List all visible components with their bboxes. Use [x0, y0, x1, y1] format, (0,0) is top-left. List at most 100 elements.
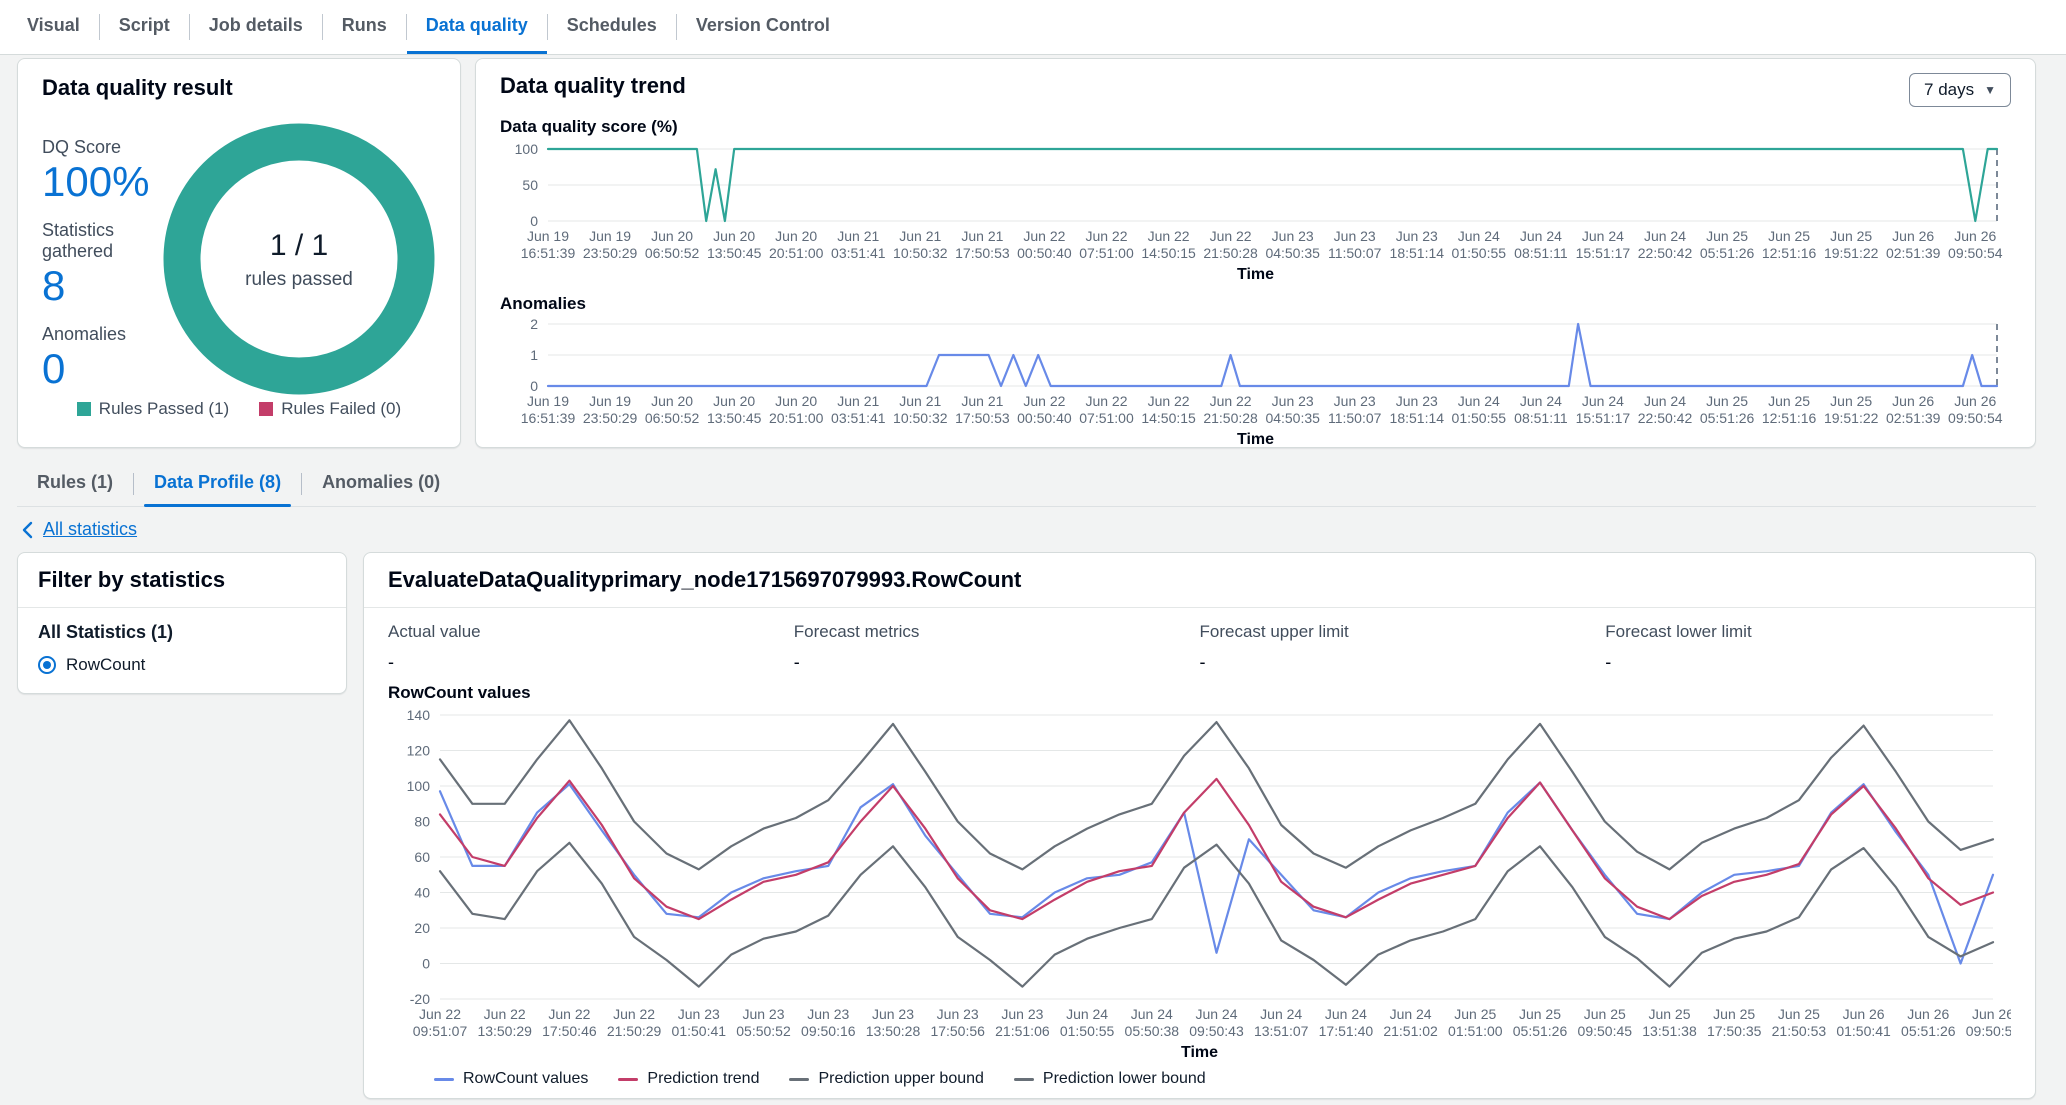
summary-row: Data quality result DQ Score 100% Statis… — [17, 58, 2036, 448]
svg-text:0: 0 — [530, 213, 538, 229]
svg-text:09:51:07: 09:51:07 — [413, 1023, 468, 1039]
svg-text:Jun 20: Jun 20 — [775, 393, 817, 409]
svg-text:06:50:52: 06:50:52 — [645, 245, 700, 261]
svg-text:18:51:14: 18:51:14 — [1390, 410, 1445, 426]
stat-label: DQ Score — [42, 137, 122, 157]
metric-forecast-upper-limit: Forecast upper limit - — [1200, 622, 1606, 673]
svg-text:Jun 23: Jun 23 — [1396, 393, 1438, 409]
svg-text:0: 0 — [422, 956, 430, 972]
svg-text:40: 40 — [414, 885, 430, 901]
svg-text:11:50:07: 11:50:07 — [1328, 245, 1382, 261]
svg-text:09:50:45: 09:50:45 — [1578, 1023, 1633, 1039]
svg-text:Jun 22: Jun 22 — [613, 1006, 655, 1022]
chart-legend-item[interactable]: Prediction upper bound — [789, 1070, 984, 1088]
chart-legend-item[interactable]: Prediction trend — [618, 1070, 759, 1088]
svg-text:21:50:28: 21:50:28 — [1203, 410, 1258, 426]
chart-legend-item[interactable]: Prediction lower bound — [1013, 1070, 1206, 1088]
svg-text:10:50:32: 10:50:32 — [893, 410, 948, 426]
tab-data-quality[interactable]: Data quality — [406, 0, 547, 54]
statistic-radio-rowcount[interactable]: RowCount — [38, 655, 326, 675]
svg-text:13:51:07: 13:51:07 — [1254, 1023, 1309, 1039]
svg-text:Jun 23: Jun 23 — [1396, 228, 1438, 244]
svg-text:Jun 22: Jun 22 — [1023, 393, 1065, 409]
svg-text:22:50:42: 22:50:42 — [1638, 410, 1693, 426]
svg-text:20: 20 — [414, 920, 430, 936]
svg-text:18:51:14: 18:51:14 — [1390, 245, 1445, 261]
rowcount-profile-card: EvaluateDataQualityprimary_node171569707… — [363, 552, 2036, 1099]
svg-text:16:51:39: 16:51:39 — [521, 245, 576, 261]
legend-rules-failed[interactable]: Rules Failed (0) — [259, 399, 401, 419]
tab-job-details[interactable]: Job details — [190, 0, 322, 54]
svg-text:Jun 23: Jun 23 — [807, 1006, 849, 1022]
svg-text:Jun 23: Jun 23 — [742, 1006, 784, 1022]
svg-text:11:50:07: 11:50:07 — [1328, 410, 1382, 426]
subtab-rules[interactable]: Rules (1) — [17, 462, 133, 506]
svg-text:06:50:52: 06:50:52 — [645, 410, 700, 426]
svg-text:Jun 20: Jun 20 — [713, 393, 755, 409]
svg-text:12:51:16: 12:51:16 — [1762, 245, 1817, 261]
svg-text:Jun 25: Jun 25 — [1454, 1006, 1496, 1022]
svg-text:01:50:55: 01:50:55 — [1060, 1023, 1115, 1039]
filter-by-statistics-card: Filter by statistics All Statistics (1) … — [17, 552, 347, 694]
svg-text:Jun 26: Jun 26 — [1954, 228, 1996, 244]
tab-label: Runs — [341, 15, 387, 35]
svg-text:08:51:11: 08:51:11 — [1514, 245, 1568, 261]
svg-text:50: 50 — [522, 177, 538, 193]
svg-text:80: 80 — [414, 814, 430, 830]
svg-text:Jun 25: Jun 25 — [1584, 1006, 1626, 1022]
svg-text:Jun 26: Jun 26 — [1972, 1006, 2011, 1022]
svg-text:14:50:15: 14:50:15 — [1141, 245, 1196, 261]
subtab-anomalies[interactable]: Anomalies (0) — [302, 462, 460, 506]
legend-line-swatch — [1013, 1077, 1034, 1081]
chart-legend-item[interactable]: RowCount values — [434, 1070, 588, 1088]
anomalies-line-chart: 012Jun 1916:51:39Jun 1923:50:29Jun 2006:… — [521, 316, 2003, 426]
subtab-data-profile[interactable]: Data Profile (8) — [134, 462, 301, 507]
tab-runs[interactable]: Runs — [323, 0, 406, 54]
svg-text:03:51:41: 03:51:41 — [831, 245, 886, 261]
svg-text:Jun 23: Jun 23 — [1272, 228, 1314, 244]
legend-label: Prediction trend — [647, 1070, 760, 1087]
tab-schedules[interactable]: Schedules — [548, 0, 676, 54]
svg-text:02:51:39: 02:51:39 — [1886, 410, 1941, 426]
svg-text:Jun 21: Jun 21 — [899, 228, 941, 244]
filter-card-title: Filter by statistics — [38, 567, 226, 592]
svg-text:Jun 21: Jun 21 — [899, 393, 941, 409]
svg-text:Jun 20: Jun 20 — [651, 393, 693, 409]
metric-label: Forecast upper limit — [1199, 622, 1349, 641]
svg-text:01:50:41: 01:50:41 — [1836, 1023, 1891, 1039]
svg-text:04:50:35: 04:50:35 — [1265, 410, 1320, 426]
all-statistics-link[interactable]: All statistics — [21, 519, 137, 540]
subtab-label: Anomalies (0) — [322, 472, 441, 492]
svg-text:Jun 24: Jun 24 — [1458, 228, 1500, 244]
tab-version-control[interactable]: Version Control — [677, 0, 849, 54]
svg-text:05:50:38: 05:50:38 — [1125, 1023, 1180, 1039]
svg-text:Jun 24: Jun 24 — [1325, 1006, 1367, 1022]
svg-text:Jun 25: Jun 25 — [1648, 1006, 1690, 1022]
svg-text:17:50:56: 17:50:56 — [930, 1023, 985, 1039]
svg-text:07:51:00: 07:51:00 — [1079, 410, 1134, 426]
svg-text:Jun 25: Jun 25 — [1830, 393, 1872, 409]
subtab-label: Data Profile (8) — [154, 472, 282, 492]
profile-card-title: EvaluateDataQualityprimary_node171569707… — [364, 553, 2035, 608]
svg-text:120: 120 — [407, 743, 431, 759]
svg-text:Jun 19: Jun 19 — [589, 228, 631, 244]
anomalies-chart-xlabel: Time — [1236, 431, 1275, 448]
svg-text:Jun 22: Jun 22 — [419, 1006, 461, 1022]
tab-visual[interactable]: Visual — [8, 0, 99, 54]
svg-text:13:50:45: 13:50:45 — [707, 410, 762, 426]
legend-rules-passed[interactable]: Rules Passed (1) — [76, 399, 229, 419]
donut-center-value: 1 / 1 — [270, 229, 328, 262]
tab-script[interactable]: Script — [100, 0, 189, 54]
rowcount-chart-legend: RowCount values Prediction trend Predictio… — [434, 1070, 2011, 1088]
trend-card-title: Data quality trend — [500, 73, 686, 98]
svg-text:Jun 24: Jun 24 — [1195, 1006, 1237, 1022]
svg-text:21:50:53: 21:50:53 — [1772, 1023, 1827, 1039]
metric-label: Forecast lower limit — [1605, 622, 1752, 641]
svg-text:Jun 22: Jun 22 — [1085, 393, 1127, 409]
svg-text:Jun 22: Jun 22 — [1210, 228, 1252, 244]
tab-label: Script — [118, 15, 170, 35]
svg-text:Jun 24: Jun 24 — [1582, 393, 1624, 409]
rules-legend: Rules Passed (1) Rules Failed (0) — [42, 399, 436, 419]
time-range-select[interactable]: 7 days ▼ — [1909, 73, 2011, 107]
svg-text:Jun 25: Jun 25 — [1768, 228, 1810, 244]
